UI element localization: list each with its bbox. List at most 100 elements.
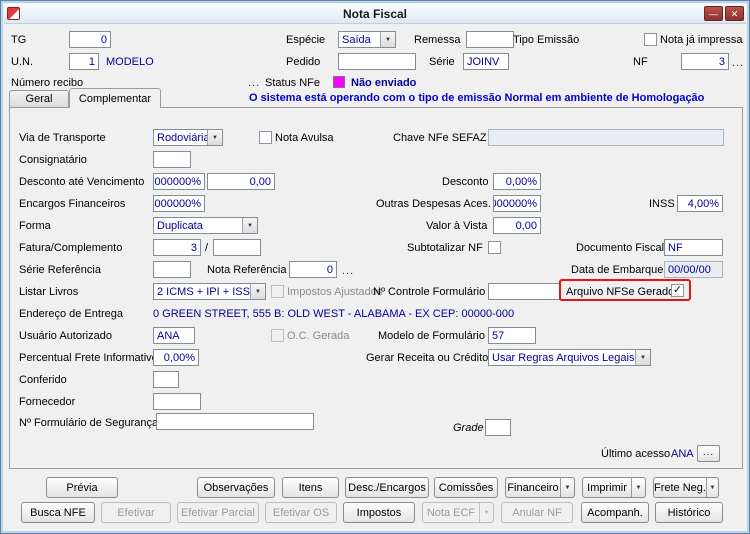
desconto-vencimento-label: Desconto até Vencimento — [19, 176, 145, 188]
chevron-down-icon[interactable]: ▼ — [705, 478, 718, 497]
desconto-vencimento-valor-field[interactable]: 0,00 — [207, 173, 275, 190]
status-color-swatch — [333, 76, 345, 88]
documento-fiscal-field[interactable]: NF — [664, 239, 723, 256]
financeiro-button[interactable]: Financeiro ▼ — [505, 477, 575, 498]
desconto-field[interactable]: 0,00% — [493, 173, 541, 190]
usuario-autorizado-field[interactable]: ANA — [153, 327, 195, 344]
nf-more-button[interactable]: ... — [732, 57, 744, 69]
forma-label: Forma — [19, 220, 51, 232]
busca-nfe-button[interactable]: Busca NFE — [21, 502, 95, 523]
titlebar[interactable]: Nota Fiscal — ✕ — [4, 4, 746, 24]
nota-referencia-label: Nota Referência — [207, 264, 287, 276]
desc-encargos-button[interactable]: Desc./Encargos — [345, 477, 429, 498]
comissoes-button[interactable]: Comissões — [434, 477, 498, 498]
desconto-vencimento-pct-field[interactable]: 000000% — [153, 173, 205, 190]
window-controls: — ✕ — [704, 6, 746, 21]
valor-vista-field[interactable]: 0,00 — [493, 217, 541, 234]
status-nfe-label: Status NFe — [265, 77, 321, 89]
tab-geral[interactable]: Geral — [9, 90, 69, 107]
fornecedor-field[interactable] — [153, 393, 201, 410]
modelo-formulario-field[interactable]: 57 — [488, 327, 536, 344]
complemento-field[interactable] — [213, 239, 261, 256]
serie-field[interactable]: JOINV — [463, 53, 509, 70]
historico-button[interactable]: Histórico — [655, 502, 723, 523]
pedido-label: Pedido — [286, 56, 321, 68]
via-transporte-select[interactable]: Rodoviária ▼ — [153, 129, 223, 146]
observacoes-button[interactable]: Observações — [197, 477, 275, 498]
nf-field[interactable]: 3 — [681, 53, 729, 70]
efetivar-os-button: Efetivar OS — [265, 502, 337, 523]
gerar-receita-value: Usar Regras Arquivos Legais — [492, 351, 635, 364]
tg-field[interactable]: 0 — [69, 31, 111, 48]
ultimo-acesso-more-button[interactable]: ... — [697, 445, 720, 462]
outras-despesas-label: Outras Despesas Aces. — [376, 198, 491, 210]
encargos-field[interactable]: 000000% — [153, 195, 205, 212]
controle-formulario-field[interactable] — [488, 283, 560, 300]
nota-impressa-checkbox[interactable] — [644, 33, 657, 46]
status-nfe-value: Não enviado — [351, 77, 417, 89]
especie-select[interactable]: Saída ▼ — [338, 31, 396, 48]
impostos-button[interactable]: Impostos — [343, 502, 415, 523]
remessa-field[interactable] — [466, 31, 514, 48]
listar-livros-select[interactable]: 2 ICMS + IPI + ISS ▼ — [153, 283, 266, 300]
highlight-annotation — [559, 279, 691, 301]
modelo-formulario-label: Modelo de Formulário — [378, 330, 485, 342]
serie-referencia-field[interactable] — [153, 261, 191, 278]
app-icon — [7, 7, 20, 20]
chevron-down-icon[interactable]: ▼ — [631, 478, 645, 497]
nota-avulsa-label: Nota Avulsa — [275, 132, 334, 144]
acompanh-button[interactable]: Acompanh. — [581, 502, 649, 523]
nota-impressa-label: Nota já impressa — [660, 34, 743, 46]
data-embarque-field[interactable]: 00/00/00 — [664, 261, 723, 278]
un-field[interactable]: 1 — [69, 53, 99, 70]
especie-label: Espécie — [286, 34, 326, 46]
grade-field[interactable] — [485, 419, 511, 436]
environment-banner: O sistema está operando com o tipo de em… — [249, 92, 705, 104]
minimize-button[interactable]: — — [704, 6, 723, 21]
pedido-field[interactable] — [338, 53, 416, 70]
nota-avulsa-checkbox[interactable] — [259, 131, 272, 144]
ultimo-acesso-value: ANA — [671, 448, 694, 460]
endereco-entrega-label: Endereço de Entrega — [19, 308, 123, 320]
nota-referencia-more-button[interactable]: ... — [342, 265, 354, 277]
outras-despesas-field[interactable]: 000000% — [493, 195, 541, 212]
previa-button[interactable]: Prévia — [46, 477, 118, 498]
forma-select[interactable]: Duplicata ▼ — [153, 217, 258, 234]
chevron-down-icon[interactable]: ▼ — [207, 130, 222, 145]
impostos-ajustados-checkbox — [271, 285, 284, 298]
serie-label: Série — [429, 56, 455, 68]
percentual-frete-label: Percentual Frete Informativo — [19, 352, 158, 364]
forma-value: Duplicata — [157, 219, 203, 232]
percentual-frete-field[interactable]: 0,00% — [153, 349, 199, 366]
fatura-complemento-label: Fatura/Complemento — [19, 242, 123, 254]
formulario-seguranca-field[interactable] — [156, 413, 314, 430]
gerar-receita-select[interactable]: Usar Regras Arquivos Legais ▼ — [488, 349, 651, 366]
via-transporte-value: Rodoviária — [157, 131, 210, 144]
nf-label: NF — [633, 56, 648, 68]
numero-recibo-more-button[interactable]: ... — [248, 77, 260, 89]
ultimo-acesso-label: Último acesso — [601, 448, 671, 460]
data-embarque-label: Data de Embarque — [571, 264, 664, 276]
chevron-down-icon[interactable]: ▼ — [250, 284, 265, 299]
chevron-down-icon[interactable]: ▼ — [380, 32, 395, 47]
imprimir-button[interactable]: Imprimir ▼ — [582, 477, 646, 498]
frete-neg-button[interactable]: Frete Neg. ▼ — [653, 477, 719, 498]
subtotalizar-checkbox[interactable] — [488, 241, 501, 254]
desconto-label: Desconto — [442, 176, 489, 188]
chave-nfe-field — [488, 129, 724, 146]
inss-field[interactable]: 4,00% — [677, 195, 723, 212]
chevron-down-icon[interactable]: ▼ — [242, 218, 257, 233]
gerar-receita-label: Gerar Receita ou Crédito — [366, 352, 489, 364]
consignatario-field[interactable] — [153, 151, 191, 168]
documento-fiscal-label: Documento Fiscal — [576, 242, 665, 254]
itens-button[interactable]: Itens — [282, 477, 339, 498]
fatura-field[interactable]: 3 — [153, 239, 201, 256]
chevron-down-icon[interactable]: ▼ — [635, 350, 650, 365]
close-button[interactable]: ✕ — [725, 6, 744, 21]
un-label: U.N. — [11, 56, 33, 68]
impostos-ajustados-label: Impostos Ajustados — [287, 286, 383, 298]
chevron-down-icon[interactable]: ▼ — [560, 478, 574, 497]
nota-referencia-field[interactable]: 0 — [289, 261, 337, 278]
tab-complementar[interactable]: Complementar — [69, 88, 161, 108]
conferido-field[interactable] — [153, 371, 179, 388]
